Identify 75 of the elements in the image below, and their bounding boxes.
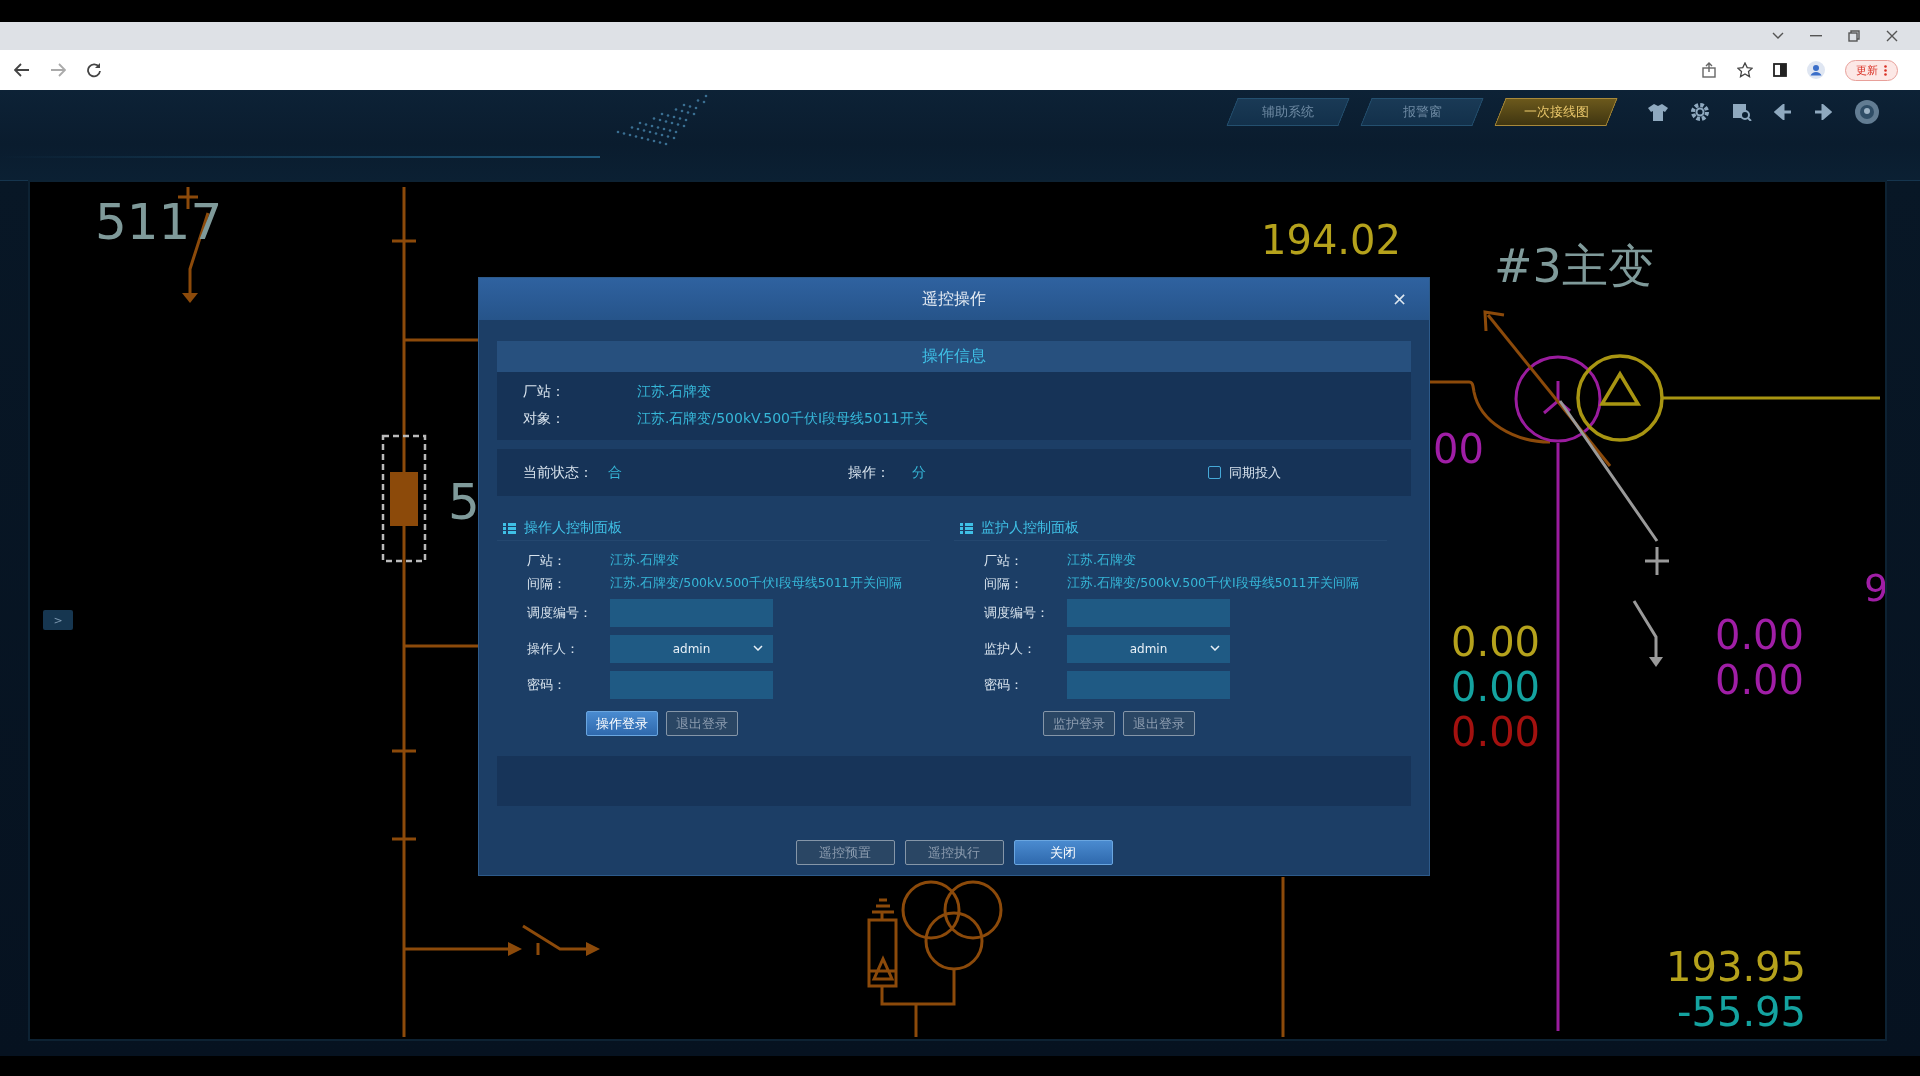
login-button[interactable]: 操作登录 bbox=[586, 711, 658, 736]
field-label: 厂站： bbox=[983, 551, 1024, 570]
chevron-down-icon bbox=[753, 645, 763, 651]
image-search-icon[interactable] bbox=[1732, 103, 1752, 121]
field-value: 江苏.石牌变 bbox=[1067, 552, 1136, 569]
field-label: 操作： bbox=[848, 463, 891, 482]
profile-icon[interactable] bbox=[1807, 61, 1825, 79]
field-label: 监护人： bbox=[983, 640, 1037, 658]
measurement-label: 0.00 bbox=[1451, 664, 1541, 710]
measurement-label: 5 bbox=[448, 473, 480, 531]
reload-icon[interactable] bbox=[86, 62, 102, 78]
restore-icon[interactable] bbox=[1848, 30, 1860, 42]
field-label: 密码： bbox=[983, 676, 1024, 694]
field-label: 厂站： bbox=[522, 382, 566, 401]
dropdown[interactable]: admin bbox=[1067, 635, 1230, 663]
field-value: 江苏.石牌变/500kV.500千伏Ⅰ段母线5011开关 bbox=[637, 409, 928, 428]
back-icon[interactable] bbox=[14, 63, 30, 77]
minimize-icon[interactable] bbox=[1810, 35, 1822, 37]
field-value: 江苏.石牌变 bbox=[637, 382, 712, 401]
share-icon[interactable] bbox=[1701, 62, 1717, 78]
field-value: 合 bbox=[608, 463, 623, 482]
action-button[interactable]: 关闭 bbox=[1013, 840, 1113, 865]
dropdown[interactable]: admin bbox=[610, 635, 773, 663]
close-icon[interactable] bbox=[1886, 30, 1898, 42]
panel-title: 操作人控制面板 bbox=[524, 519, 622, 537]
list-icon bbox=[503, 522, 516, 534]
field-label: 密码： bbox=[526, 676, 567, 694]
panel-title: 监护人控制面板 bbox=[981, 519, 1079, 537]
field-value: 江苏.石牌变/500kV.500千伏Ⅰ段母线5011开关间隔 bbox=[610, 575, 902, 592]
field-label: 调度编号： bbox=[983, 604, 1050, 622]
input-field[interactable] bbox=[1067, 599, 1230, 627]
measurement-label: 0.00 bbox=[1714, 657, 1804, 703]
sidebar-icon[interactable] bbox=[1773, 63, 1787, 77]
more-icon[interactable] bbox=[1884, 64, 1887, 76]
field-label: 间隔： bbox=[983, 574, 1024, 593]
checkbox-label: 同期投入 bbox=[1229, 463, 1281, 482]
measurement-label: 0.00 bbox=[1451, 619, 1541, 665]
section-header: 操作信息 bbox=[497, 341, 1411, 372]
measurement-label: 9 bbox=[1864, 566, 1885, 610]
measurement-label: 194.02 bbox=[1261, 217, 1401, 263]
nav-tab[interactable]: 辅助系统 bbox=[1226, 98, 1350, 126]
chevron-down-icon bbox=[1210, 645, 1220, 651]
dialog-title: 遥控操作 bbox=[922, 288, 986, 310]
field-label: 调度编号： bbox=[526, 604, 593, 622]
field-label: 当前状态： bbox=[523, 463, 594, 482]
measurement-label: -55.95 bbox=[1677, 989, 1806, 1035]
nav-tab[interactable]: 报警窗 bbox=[1360, 98, 1484, 126]
measurement-label: 0.00 bbox=[1714, 612, 1804, 658]
list-icon bbox=[960, 522, 973, 534]
field-value: 江苏.石牌变 bbox=[610, 552, 679, 569]
measurement-label: 0.00 bbox=[1451, 709, 1541, 755]
arrow-left-icon[interactable] bbox=[1774, 104, 1792, 120]
field-label: 对象： bbox=[522, 409, 566, 428]
star-icon[interactable] bbox=[1737, 62, 1753, 78]
field-label: 间隔： bbox=[526, 574, 567, 593]
field-label: 操作人： bbox=[526, 640, 580, 658]
input-field[interactable] bbox=[1067, 671, 1230, 699]
sidebar-toggle[interactable]: > bbox=[43, 610, 73, 630]
measurement-label: #3主变 bbox=[1494, 239, 1654, 293]
nav-tab[interactable]: 一次接线图 bbox=[1494, 98, 1618, 126]
field-value: 分 bbox=[912, 463, 927, 482]
field-label: 厂站： bbox=[526, 551, 567, 570]
settings-icon[interactable] bbox=[1690, 102, 1710, 122]
chevron-down-icon[interactable] bbox=[1772, 32, 1784, 40]
update-button[interactable]: 更新 bbox=[1845, 59, 1898, 81]
input-field[interactable] bbox=[610, 599, 773, 627]
input-field[interactable] bbox=[610, 671, 773, 699]
close-button[interactable]: × bbox=[1387, 288, 1411, 309]
shirt-icon[interactable] bbox=[1648, 103, 1668, 121]
field-value: 江苏.石牌变/500kV.500千伏Ⅰ段母线5011开关间隔 bbox=[1067, 575, 1359, 592]
measurement-label: 00 bbox=[1433, 426, 1484, 472]
user-avatar-icon[interactable] bbox=[1854, 99, 1880, 125]
arrow-right-icon[interactable] bbox=[1814, 104, 1832, 120]
measurement-label: 193.95 bbox=[1666, 944, 1806, 990]
checkbox[interactable] bbox=[1208, 466, 1221, 479]
